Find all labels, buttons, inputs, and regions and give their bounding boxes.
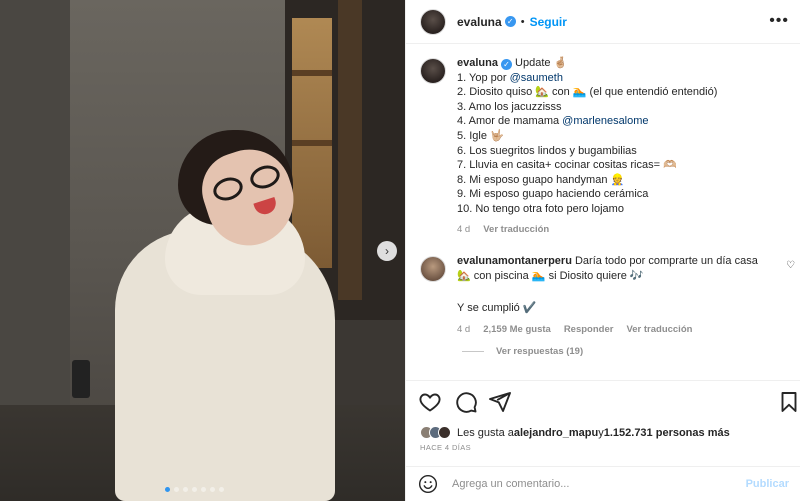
- photo-stool: [72, 360, 90, 398]
- caption-line-text: 1. Yop por: [457, 71, 510, 84]
- caption-lines: 1. Yop por @saumeth 2. Diosito quiso 🏡 co…: [457, 71, 717, 217]
- share-icon[interactable]: [488, 390, 512, 414]
- comment-input[interactable]: [452, 478, 732, 490]
- comment-translate-link[interactable]: Ver traducción: [626, 323, 692, 338]
- carousel-dot: [183, 487, 188, 492]
- photo-door: [338, 0, 362, 300]
- avatar[interactable]: [420, 8, 446, 35]
- post-comment-button[interactable]: Publicar: [746, 478, 789, 490]
- post-photo[interactable]: ›: [0, 0, 405, 501]
- caption-line-text: 9. Mi esposo guapo haciendo cerámica: [457, 188, 649, 201]
- carousel-next-button[interactable]: ›: [377, 241, 397, 261]
- caption-username[interactable]: evaluna: [457, 57, 498, 69]
- photo-hoodie-print: [267, 401, 333, 459]
- comment-likes-link[interactable]: 2,159 Me gusta: [483, 323, 551, 338]
- heart-icon[interactable]: [418, 390, 442, 414]
- caption-line-text: 4. Amor de mamama: [457, 115, 563, 128]
- caption-line: 2. Diosito quiso 🏡 con 🏊 (el que entendi…: [457, 85, 717, 100]
- caption-line: 6. Los suegritos lindos y bugambilias: [457, 144, 717, 159]
- comment-icon[interactable]: [454, 390, 478, 414]
- emoji-icon[interactable]: [418, 474, 438, 494]
- caption-first-line: Update 🤞🏼: [515, 57, 568, 69]
- post-time-ago[interactable]: HACE 4 DÍAS: [420, 443, 471, 452]
- liker-avatars: [420, 426, 451, 439]
- comment-age: 4 d: [457, 323, 471, 335]
- avatar[interactable]: [420, 58, 446, 84]
- view-replies-button[interactable]: Ver respuestas (19): [462, 346, 583, 357]
- replies-divider: [462, 351, 484, 352]
- carousel-dot: [210, 487, 215, 492]
- avatar: [438, 426, 451, 439]
- caption-line-text: 10. No tengo otra foto pero lojamo: [457, 202, 624, 215]
- carousel-indicator: [165, 487, 224, 492]
- follow-button[interactable]: Seguir: [530, 15, 567, 29]
- caption-line-text: 6. Los suegritos lindos y bugambilias: [457, 144, 637, 157]
- carousel-dot: [201, 487, 206, 492]
- caption-line-text: 3. Amo los jacuzzisss: [457, 100, 562, 113]
- carousel-dot: [165, 487, 170, 492]
- comment-username[interactable]: evalunamontanerperu: [457, 255, 572, 267]
- comment-item: evalunamontanerperu Daría todo por compr…: [420, 254, 795, 337]
- caption-translate-link[interactable]: Ver traducción: [483, 223, 549, 238]
- caption-line-text: 8. Mi esposo guapo handyman 👷: [457, 173, 625, 186]
- likes-prefix: Les gusta a: [457, 426, 514, 439]
- mention-link[interactable]: @saumeth: [510, 72, 563, 84]
- verified-badge-icon: ✓: [500, 59, 512, 70]
- comment-reply-button[interactable]: Responder: [564, 323, 614, 338]
- mention-link[interactable]: @marlenesalome: [562, 115, 648, 127]
- comment-reply-line: Y se cumplió ✔️: [457, 302, 537, 315]
- caption-line: 3. Amo los jacuzzisss: [457, 100, 717, 115]
- caption-line-text: 7. Lluvia en casita+ cocinar cositas ric…: [457, 159, 677, 172]
- post-header: evaluna ✓ • Seguir •••: [406, 0, 800, 44]
- caption-line: 5. Igle 🤟🏼: [457, 129, 717, 144]
- actions-divider: [406, 380, 800, 381]
- caption-line: 7. Lluvia en casita+ cocinar cositas ric…: [457, 158, 717, 173]
- header-separator: •: [520, 15, 525, 28]
- carousel-dot: [174, 487, 179, 492]
- photo-shelf: [292, 140, 332, 146]
- likes-summary: Les gusta a alejandro_mapu y 1.152.731 p…: [420, 426, 730, 439]
- caption-line: 9. Mi esposo guapo haciendo cerámica: [457, 187, 717, 202]
- likes-count-link[interactable]: 1.152.731 personas más: [604, 427, 730, 439]
- caption-age: 4 d: [457, 223, 471, 235]
- caption-line: 4. Amor de mamama @marlenesalome: [457, 114, 717, 129]
- post-actions: [418, 390, 797, 414]
- caption-line: 1. Yop por @saumeth: [457, 71, 717, 86]
- chevron-right-icon: ›: [385, 244, 389, 258]
- likes-user-link[interactable]: alejandro_mapu: [514, 427, 598, 439]
- comment-heart-icon[interactable]: ♡: [786, 260, 795, 271]
- caption-line-text: 5. Igle 🤟🏼: [457, 129, 504, 142]
- avatar[interactable]: [420, 256, 446, 282]
- view-replies-label: Ver respuestas (19): [496, 346, 584, 357]
- add-comment-bar: Publicar: [406, 466, 800, 501]
- caption-line-text: 2. Diosito quiso 🏡 con 🏊 (el que entendi…: [457, 86, 718, 99]
- post-author-username[interactable]: evaluna: [457, 15, 502, 29]
- caption-line: 8. Mi esposo guapo handyman 👷: [457, 173, 717, 188]
- caption-meta: 4 d Ver traducción: [457, 223, 717, 238]
- photo-shelf: [292, 70, 332, 76]
- comment-meta: 4 d 2,159 Me gusta Responder Ver traducc…: [457, 323, 767, 338]
- caption-line: 10. No tengo otra foto pero lojamo: [457, 202, 717, 217]
- more-horizontal-icon[interactable]: •••: [769, 12, 789, 30]
- post-sidebar: evaluna ✓ • Seguir ••• evaluna ✓ Update 🤞…: [405, 0, 800, 501]
- verified-badge-icon: ✓: [504, 16, 516, 27]
- carousel-dot: [219, 487, 224, 492]
- carousel-dot: [192, 487, 197, 492]
- photo-wall-shadow: [0, 0, 70, 430]
- bookmark-icon[interactable]: [777, 390, 800, 414]
- post-caption: evaluna ✓ Update 🤞🏼 1. Yop por @saumeth 2.…: [420, 56, 790, 237]
